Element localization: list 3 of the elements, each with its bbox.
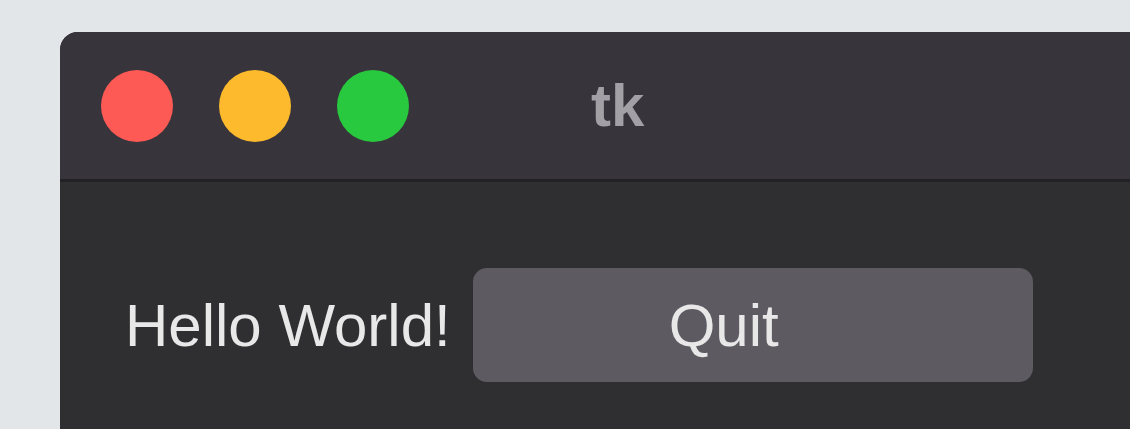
hello-label: Hello World!	[125, 290, 451, 360]
quit-button[interactable]: Quit	[472, 268, 1033, 382]
window-title: tk	[591, 71, 645, 140]
